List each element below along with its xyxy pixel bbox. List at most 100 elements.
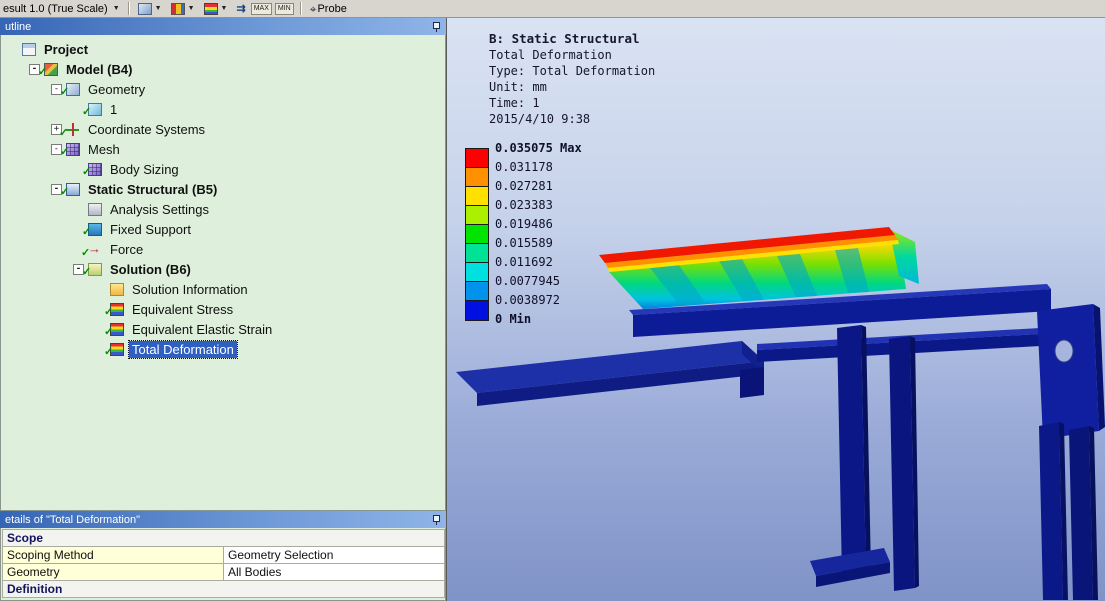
check-icon: ✓ xyxy=(82,267,91,278)
result-icon: ✓ xyxy=(110,323,124,336)
outline-titlebar: utline xyxy=(0,18,446,35)
mesh-icon: ✓ xyxy=(66,143,80,156)
force-icon: ✓ xyxy=(88,243,102,256)
annotation-line: 2015/4/10 9:38 xyxy=(489,111,655,127)
tree-item-label: Coordinate Systems xyxy=(85,121,208,138)
tree-item-label: Equivalent Stress xyxy=(129,301,236,318)
left-panel-column: utline Project-✓Model (B4)-✓Geometry✓1+✓… xyxy=(0,18,446,601)
tree-item-model-b4[interactable]: -✓Model (B4) xyxy=(1,59,445,79)
legend-band xyxy=(466,282,488,301)
details-key-geometry: Geometry xyxy=(3,564,224,581)
probe-label: Probe xyxy=(317,3,346,15)
body-icon: ✓ xyxy=(88,103,102,116)
check-icon: ✓ xyxy=(60,147,69,158)
tree-item-label: Force xyxy=(107,241,146,258)
result-toolbar-label: esult xyxy=(3,3,26,15)
tree-item-solution-information[interactable]: Solution Information xyxy=(1,279,445,299)
tree-item-geometry[interactable]: -✓Geometry xyxy=(1,79,445,99)
check-icon: ✓ xyxy=(60,87,69,98)
legend-label: 0.023383 xyxy=(495,199,553,212)
legend-band xyxy=(466,225,488,244)
tree-item-1[interactable]: ✓1 xyxy=(1,99,445,119)
legend-label: 0.031178 xyxy=(495,161,553,174)
result-icon: ✓ xyxy=(110,303,124,316)
tree-item-label: Solution (B6) xyxy=(107,261,194,278)
outline-title: utline xyxy=(5,21,31,33)
details-row: Scoping MethodGeometry Selection xyxy=(3,547,445,564)
legend-band xyxy=(466,263,488,282)
pin-icon[interactable] xyxy=(431,21,441,32)
probe-button[interactable]: ⌖ Probe xyxy=(308,2,349,16)
annotation-line: Unit: mm xyxy=(489,79,655,95)
tree-item-fixed-support[interactable]: ✓ Fixed Support xyxy=(1,219,445,239)
tree-item-static-structural-b5[interactable]: -✓Static Structural (B5) xyxy=(1,179,445,199)
edges-display-button[interactable]: ⇉ xyxy=(234,2,247,16)
legend-band xyxy=(466,187,488,206)
legend-label: 0.035075 Max xyxy=(495,142,582,155)
coordinate-systems-icon: ✓ xyxy=(66,123,80,136)
contour-style-button[interactable]: ▼ xyxy=(202,2,232,16)
display-style-icon xyxy=(171,3,185,15)
tree-item-label: Body Sizing xyxy=(107,161,182,178)
tree-item-label: Fixed Support xyxy=(107,221,194,238)
check-icon: ✓ xyxy=(104,307,113,318)
details-key-scoping-method: Scoping Method xyxy=(3,547,224,564)
tree-item-label: Mesh xyxy=(85,141,123,158)
tree-item-mesh[interactable]: -✓Mesh xyxy=(1,139,445,159)
check-icon: ✓ xyxy=(59,128,68,139)
model-frame xyxy=(456,284,1105,600)
check-icon: ✓ xyxy=(38,67,47,78)
min-annotation-button[interactable]: MIN xyxy=(275,3,294,15)
tree-item-analysis-settings[interactable]: Analysis Settings xyxy=(1,199,445,219)
check-icon: ✓ xyxy=(82,167,91,178)
result-scale-value[interactable]: 1.0 (True Scale) xyxy=(29,3,107,15)
annotation-title: B: Static Structural xyxy=(489,31,655,47)
static-structural-icon: ✓ xyxy=(66,183,80,196)
details-value-geometry[interactable]: All Bodies xyxy=(224,564,445,581)
tree-item-project[interactable]: Project xyxy=(1,39,445,59)
legend-label: 0.015589 xyxy=(495,237,553,250)
display-style-button[interactable]: ▼ xyxy=(169,2,199,16)
tree-item-solution-b6[interactable]: -✓Solution (B6) xyxy=(1,259,445,279)
tree-item-body-sizing[interactable]: ✓ Body Sizing xyxy=(1,159,445,179)
check-icon: ✓ xyxy=(81,248,90,259)
tree-item-force[interactable]: ✓ Force xyxy=(1,239,445,259)
scale-dropdown-arrow-icon[interactable]: ▼ xyxy=(111,5,122,12)
tree-item-label: Analysis Settings xyxy=(107,201,212,218)
graphics-viewport[interactable]: B: Static Structural Total DeformationTy… xyxy=(446,18,1105,601)
contour-legend: 0.035075 Max0.0311780.0272810.0233830.01… xyxy=(465,148,489,321)
result-annotation: B: Static Structural Total DeformationTy… xyxy=(489,31,655,127)
geometry-display-button[interactable]: ▼ xyxy=(136,2,166,16)
legend-label: 0.011692 xyxy=(495,256,553,269)
toolbar-separator xyxy=(300,2,302,15)
details-row: Definition xyxy=(3,581,445,598)
contour-style-icon xyxy=(204,3,218,15)
outline-tree: Project-✓Model (B4)-✓Geometry✓1+✓Coordin… xyxy=(0,35,446,511)
legend-color-bar xyxy=(465,148,489,321)
tree-item-equivalent-elastic-strain[interactable]: ✓ Equivalent Elastic Strain xyxy=(1,319,445,339)
fixed-support-icon: ✓ xyxy=(88,223,102,236)
geometry-cube-icon xyxy=(138,3,152,15)
bolt-hole xyxy=(1055,340,1073,362)
annotation-line: Total Deformation xyxy=(489,47,655,63)
solution-information-icon xyxy=(110,283,124,296)
details-row: Scope xyxy=(3,530,445,547)
chevron-down-icon: ▼ xyxy=(186,5,197,12)
geometry-icon: ✓ xyxy=(66,83,80,96)
tree-item-label: Total Deformation xyxy=(129,341,237,358)
check-icon: ✓ xyxy=(82,107,91,118)
tree-item-equivalent-stress[interactable]: ✓ Equivalent Stress xyxy=(1,299,445,319)
details-value-scoping-method[interactable]: Geometry Selection xyxy=(224,547,445,564)
tree-item-total-deformation[interactable]: ✓Total Deformation xyxy=(1,339,445,359)
tree-item-label: Equivalent Elastic Strain xyxy=(129,321,275,338)
details-titlebar: etails of "Total Deformation" xyxy=(0,511,446,528)
tree-item-coordinate-systems[interactable]: +✓Coordinate Systems xyxy=(1,119,445,139)
legend-label: 0.027281 xyxy=(495,180,553,193)
annotation-line: Time: 1 xyxy=(489,95,655,111)
legend-band xyxy=(466,168,488,187)
pin-icon[interactable] xyxy=(431,514,441,525)
max-annotation-button[interactable]: MAX xyxy=(251,3,272,15)
check-icon: ✓ xyxy=(60,187,69,198)
details-row: GeometryAll Bodies xyxy=(3,564,445,581)
chevron-down-icon: ▼ xyxy=(153,5,164,12)
